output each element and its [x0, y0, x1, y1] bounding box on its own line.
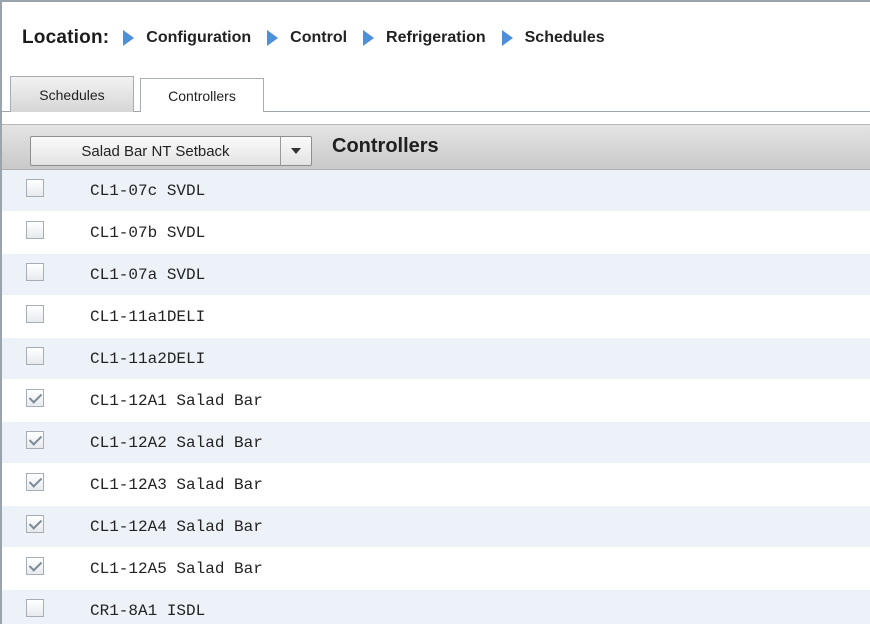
controller-checkbox[interactable]: [26, 262, 44, 281]
breadcrumb-item-configuration[interactable]: Configuration: [123, 29, 251, 47]
play-arrow-icon: [501, 30, 513, 46]
app-frame: Location: Configuration Control Refriger…: [0, 0, 870, 624]
schedule-select-value: Salad Bar NT Setback: [31, 137, 281, 165]
list-item[interactable]: CL1-12A5 Salad Bar: [2, 548, 870, 590]
list-item[interactable]: CL1-11a1DELI: [2, 296, 870, 338]
controller-checkbox[interactable]: [26, 598, 44, 617]
controller-label: CL1-12A3 Salad Bar: [90, 475, 263, 494]
list-item[interactable]: CL1-07c SVDL: [2, 170, 870, 212]
list-item[interactable]: CL1-07a SVDL: [2, 254, 870, 296]
controller-label: CL1-11a1DELI: [90, 307, 206, 326]
controller-checkbox[interactable]: [26, 346, 44, 365]
controller-checkbox[interactable]: [26, 514, 44, 533]
controller-label: CL1-07b SVDL: [90, 223, 206, 242]
breadcrumb-label: Location:: [22, 27, 110, 48]
controller-checkbox[interactable]: [26, 178, 44, 197]
breadcrumb-item-control[interactable]: Control: [267, 29, 347, 47]
play-arrow-icon: [363, 30, 375, 46]
tab-strip: Schedules Controllers: [2, 70, 870, 113]
controller-label: CL1-12A1 Salad Bar: [90, 391, 263, 410]
breadcrumb-text: Configuration: [146, 29, 252, 46]
list-item[interactable]: CL1-12A3 Salad Bar: [2, 464, 870, 506]
controller-checkbox[interactable]: [26, 430, 44, 449]
breadcrumb-item-schedules[interactable]: Schedules: [501, 29, 605, 47]
controller-checkbox[interactable]: [26, 556, 44, 575]
list-item[interactable]: CL1-07b SVDL: [2, 212, 870, 254]
list-item[interactable]: CL1-11a2DELI: [2, 338, 870, 380]
controller-checkbox[interactable]: [26, 304, 44, 323]
controller-label: CL1-12A4 Salad Bar: [90, 517, 263, 536]
list-item[interactable]: CL1-12A4 Salad Bar: [2, 506, 870, 548]
breadcrumb-item-refrigeration[interactable]: Refrigeration: [363, 29, 486, 47]
breadcrumb-text: Schedules: [524, 29, 605, 46]
controller-checkbox[interactable]: [26, 220, 44, 239]
controller-label: CL1-11a2DELI: [90, 349, 206, 368]
breadcrumb-text: Control: [290, 29, 348, 46]
breadcrumb-text: Refrigeration: [386, 29, 486, 46]
breadcrumb: Location: Configuration Control Refriger…: [22, 24, 621, 52]
chevron-down-icon: [291, 148, 301, 154]
spacer: [2, 112, 870, 124]
controller-list: CL1-07c SVDL CL1-07b SVDL CL1-07a SVDL CL1-…: [2, 170, 870, 624]
list-item[interactable]: CR1-8A1 ISDL: [2, 590, 870, 624]
controller-label: CR1-8A1 ISDL: [90, 601, 206, 620]
play-arrow-icon: [267, 30, 279, 46]
list-item[interactable]: CL1-12A2 Salad Bar: [2, 422, 870, 464]
dropdown-button[interactable]: [281, 137, 311, 165]
controller-label: CL1-12A2 Salad Bar: [90, 433, 263, 452]
controller-label: CL1-07a SVDL: [90, 265, 206, 284]
list-item[interactable]: CL1-12A1 Salad Bar: [2, 380, 870, 422]
controller-checkbox[interactable]: [26, 388, 44, 407]
play-arrow-icon: [123, 30, 135, 46]
tab-controllers[interactable]: Controllers: [140, 78, 264, 113]
schedule-select[interactable]: Salad Bar NT Setback: [30, 136, 312, 166]
controller-label: CL1-07c SVDL: [90, 181, 206, 200]
toolbar: Salad Bar NT Setback Controllers: [2, 124, 870, 170]
controller-checkbox[interactable]: [26, 472, 44, 491]
tab-schedules[interactable]: Schedules: [10, 76, 134, 112]
controller-label: CL1-12A5 Salad Bar: [90, 559, 263, 578]
section-title: Controllers: [332, 135, 439, 157]
